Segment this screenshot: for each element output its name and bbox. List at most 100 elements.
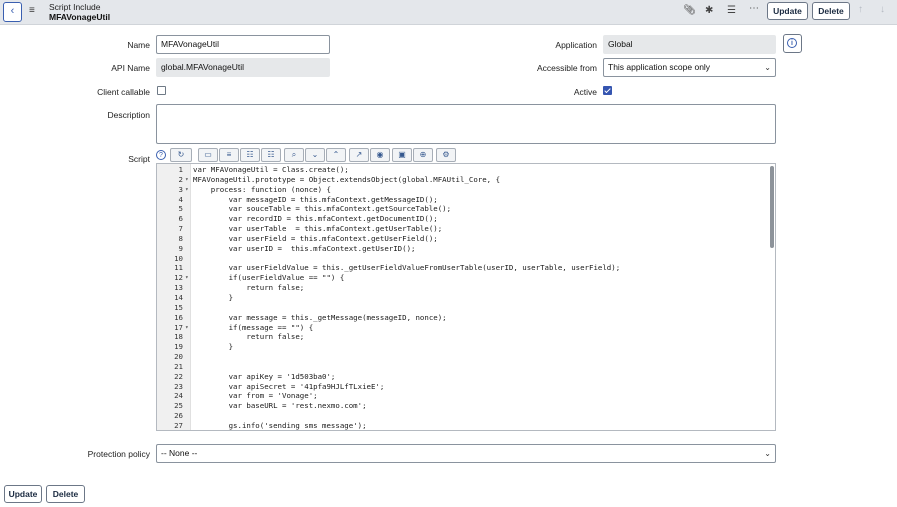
accessible-from-label: Accessible from: [537, 63, 597, 73]
code-line[interactable]: 23 var apiSecret = '41pfa9HJLfTLxieE';: [157, 382, 775, 392]
code-line[interactable]: 11 var userFieldValue = this._getUserFie…: [157, 263, 775, 273]
footer-update-button[interactable]: Update: [4, 485, 42, 503]
name-label: Name: [127, 40, 150, 50]
line-number: 4: [178, 194, 183, 204]
code-line[interactable]: 10: [157, 254, 775, 264]
code-text: var from = 'Vonage';: [193, 391, 318, 401]
fold-toggle-icon[interactable]: ▾: [185, 175, 189, 185]
code-text: process: function (nonce) {: [193, 184, 331, 194]
help-circle-icon[interactable]: ◉: [370, 148, 390, 162]
script-editor[interactable]: 1 var MFAVonageUtil = Class.create(); 2 ▾ MF…: [156, 163, 776, 431]
code-line[interactable]: 3 ▾ process: function (nonce) {: [157, 185, 775, 195]
application-label: Application: [555, 40, 597, 50]
line-number: 20: [174, 352, 183, 362]
arrow-down-icon[interactable]: ↓: [880, 4, 885, 15]
script-label: Script: [128, 154, 150, 164]
fullscreen-icon[interactable]: ↗: [349, 148, 369, 162]
code-line[interactable]: 8 var userField = this.mfaContext.getUse…: [157, 234, 775, 244]
info-icon: i: [787, 38, 797, 48]
code-line[interactable]: 6 var recordID = this.mfaContext.getDocu…: [157, 214, 775, 224]
api-name-field: global.MFAVonageUtil: [156, 58, 330, 77]
debug-icon[interactable]: ⚙: [436, 148, 456, 162]
line-number: 14: [174, 292, 183, 302]
code-line[interactable]: 24 var from = 'Vonage';: [157, 391, 775, 401]
fold-toggle-icon[interactable]: ▾: [185, 323, 189, 333]
fold-toggle-icon[interactable]: ▾: [185, 273, 189, 283]
line-number: 21: [174, 361, 183, 371]
paperclip-icon[interactable]: 📎︎: [683, 5, 696, 16]
line-number: 2: [178, 174, 183, 184]
code-line[interactable]: 21: [157, 362, 775, 372]
script-fields-icon[interactable]: ☷: [261, 148, 281, 162]
context-menu-icon[interactable]: ≡: [29, 5, 35, 16]
expand-icon[interactable]: ⌄: [305, 148, 325, 162]
code-text: if(userFieldValue == "") {: [193, 273, 345, 283]
format-icon[interactable]: ↻: [170, 148, 192, 162]
code-line[interactable]: 26: [157, 411, 775, 421]
active-checkbox[interactable]: [603, 86, 612, 95]
code-text: var MFAVonageUtil = Class.create();: [193, 165, 349, 174]
script-search-icon[interactable]: ⊕: [413, 148, 433, 162]
header-delete-button[interactable]: Delete: [812, 2, 850, 20]
code-line[interactable]: 15: [157, 303, 775, 313]
name-input[interactable]: MFAVonageUtil: [156, 35, 330, 54]
line-number: 11: [174, 263, 183, 273]
code-line[interactable]: 19 }: [157, 342, 775, 352]
line-number: 3: [178, 184, 183, 194]
code-line[interactable]: 7 var userTable = this.mfaContext.getUse…: [157, 224, 775, 234]
line-number: 13: [174, 283, 183, 293]
description-textarea[interactable]: [156, 104, 776, 144]
activity-icon[interactable]: ✱: [705, 5, 713, 16]
code-line[interactable]: 27 gs.info('sending sms message');: [157, 421, 775, 430]
client-callable-checkbox[interactable]: [157, 86, 166, 95]
code-line[interactable]: 18 return false;: [157, 332, 775, 342]
code-text: MFAVonageUtil.prototype = Object.extends…: [193, 174, 501, 184]
collapse-icon[interactable]: ⌃: [326, 148, 346, 162]
back-button[interactable]: ‹: [3, 2, 22, 22]
line-number: 17: [174, 322, 183, 332]
code-line[interactable]: 16 var message = this._getMessage(messag…: [157, 313, 775, 323]
code-line[interactable]: 25 var baseURL = 'rest.nexmo.com';: [157, 401, 775, 411]
accessible-from-select[interactable]: This application scope only ⌄: [603, 58, 776, 77]
code-line[interactable]: 4 var messageID = this.mfaContext.getMes…: [157, 195, 775, 205]
line-number: 25: [174, 401, 183, 411]
code-line[interactable]: 14 }: [157, 293, 775, 303]
comment-icon[interactable]: ▭: [198, 148, 218, 162]
code-line[interactable]: 9 var userID = this.mfaContext.getUserID…: [157, 244, 775, 254]
arrow-up-icon[interactable]: ↑: [858, 4, 863, 15]
accessible-from-value: This application scope only: [608, 62, 711, 72]
code-text: }: [193, 342, 234, 352]
protection-policy-select[interactable]: -- None -- ⌄: [156, 444, 776, 463]
code-text: var souceTable = this.mfaContext.getSour…: [193, 204, 452, 214]
code-line[interactable]: 13 return false;: [157, 283, 775, 293]
code-line[interactable]: 17 ▾ if(message == "") {: [157, 323, 775, 333]
code-line[interactable]: 12 ▾ if(userFieldValue == "") {: [157, 273, 775, 283]
save-icon[interactable]: ▣: [392, 148, 412, 162]
code-line[interactable]: 2 ▾ MFAVonageUtil.prototype = Object.exten…: [157, 175, 775, 185]
line-number: 16: [174, 312, 183, 322]
code-line[interactable]: 20: [157, 352, 775, 362]
line-number: 24: [174, 391, 183, 401]
code-text: var baseURL = 'rest.nexmo.com';: [193, 401, 367, 411]
uncomment-icon[interactable]: ≡: [219, 148, 239, 162]
settings-sliders-icon[interactable]: ☰: [727, 5, 736, 16]
header-update-button[interactable]: Update: [767, 2, 808, 20]
code-text: return false;: [193, 332, 305, 342]
line-number: 23: [174, 381, 183, 391]
code-line[interactable]: 5 var souceTable = this.mfaContext.getSo…: [157, 204, 775, 214]
code-lines: 1 var MFAVonageUtil = Class.create(); 2 ▾ MF…: [157, 165, 775, 430]
code-line[interactable]: 22 var apiKey = '1d503ba0';: [157, 372, 775, 382]
help-icon[interactable]: ?: [156, 150, 166, 160]
code-text: var apiKey = '1d503ba0';: [193, 371, 336, 381]
line-number: 7: [178, 224, 183, 234]
code-line[interactable]: 1 var MFAVonageUtil = Class.create();: [157, 165, 775, 175]
search-icon[interactable]: ⌕: [284, 148, 304, 162]
footer-delete-button[interactable]: Delete: [46, 485, 85, 503]
more-icon[interactable]: ⋯: [749, 3, 759, 14]
fold-toggle-icon[interactable]: ▾: [185, 185, 189, 195]
insert-icon[interactable]: ☷: [240, 148, 260, 162]
code-text: var userID = this.mfaContext.getUserID()…: [193, 243, 416, 253]
code-text: var userTable = this.mfaContext.getUserT…: [193, 224, 443, 234]
editor-scrollbar[interactable]: [770, 166, 774, 248]
application-info-button[interactable]: i: [783, 34, 802, 53]
